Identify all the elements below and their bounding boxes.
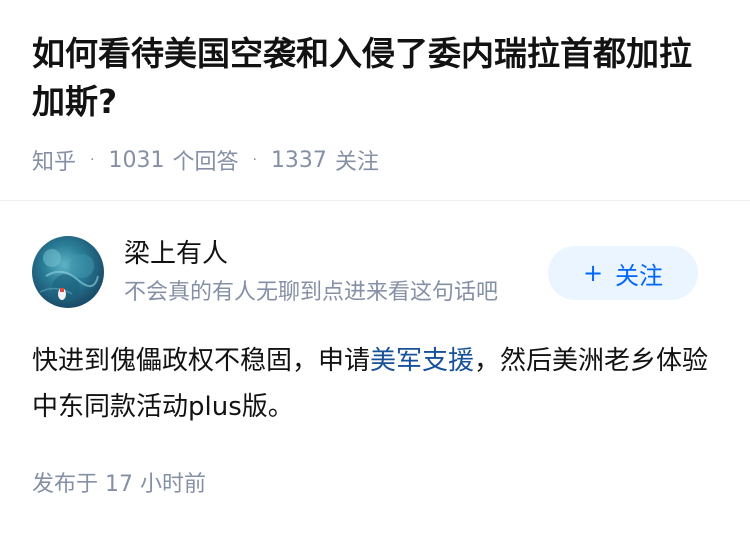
- answer-text: 快进到傀儡政权不稳固，申请: [32, 346, 371, 376]
- follow-button[interactable]: + 关注: [548, 246, 698, 300]
- question-title[interactable]: 如何看待美国空袭和入侵了委内瑞拉首都加拉加斯?: [32, 30, 722, 126]
- author-bio: 不会真的有人无聊到点进来看这句话吧: [124, 280, 499, 305]
- published-time: 17 小时前: [105, 472, 207, 497]
- answer-time: 发布于 17 小时前: [32, 469, 206, 501]
- meta-separator: ·: [90, 152, 95, 168]
- plus-icon: +: [582, 259, 604, 287]
- avatar-image: [39, 249, 99, 302]
- answer-count-label: 个回答: [172, 150, 239, 175]
- answer-page: 如何看待美国空袭和入侵了委内瑞拉首都加拉加斯? 知乎 · 1031 个回答 · …: [0, 0, 750, 538]
- avatar[interactable]: [32, 236, 104, 308]
- answer-link[interactable]: 美军支援: [370, 346, 474, 376]
- author-name[interactable]: 梁上有人: [124, 236, 228, 272]
- question-meta: 知乎 · 1031 个回答 · 1337 关注: [32, 143, 379, 177]
- answer-content[interactable]: 快进到傀儡政权不稳固，申请美军支援，然后美洲老乡体验中东同款活动plus版。: [32, 338, 722, 430]
- meta-separator: ·: [252, 152, 257, 168]
- answer-count: 1031: [108, 147, 165, 173]
- source-label[interactable]: 知乎: [32, 144, 76, 176]
- divider: [0, 200, 750, 201]
- follow-button-label: 关注: [615, 261, 664, 290]
- follow-count: 1337: [270, 147, 327, 173]
- follow-count-label: 关注: [334, 150, 379, 175]
- published-prefix: 发布于: [32, 472, 99, 497]
